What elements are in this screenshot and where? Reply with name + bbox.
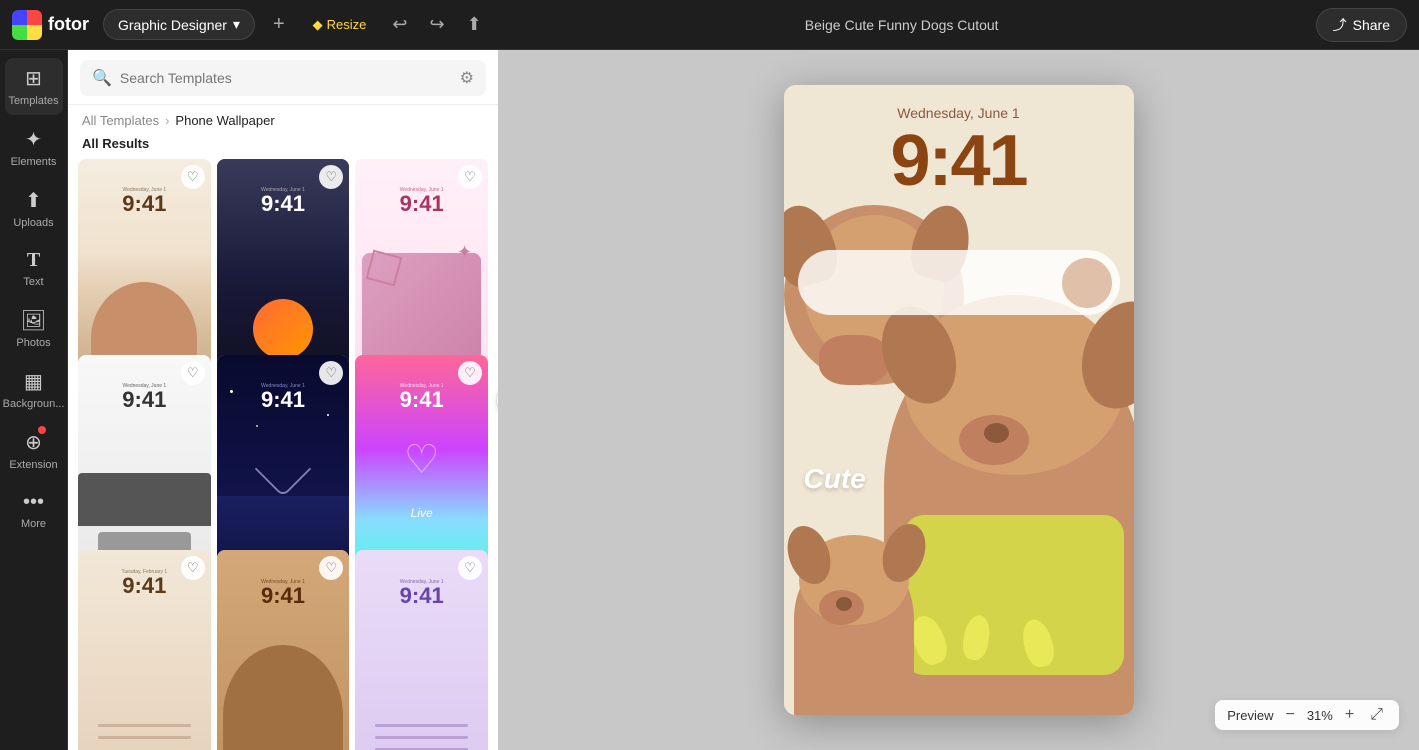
redo-button[interactable]: ↪ (423, 8, 450, 41)
template-card-7[interactable]: Tuesday, February 1 9:41 sweet love ♡ (78, 550, 211, 750)
template-card-8[interactable]: Wednesday, June 1 9:41 ♡ (217, 550, 350, 750)
sidebar-item-extension-label: Extension (9, 459, 57, 471)
preview-label: Preview (1227, 708, 1273, 723)
zoom-in-button[interactable]: + (1341, 706, 1358, 724)
diamond-icon: ◆ (313, 17, 323, 33)
icon-sidebar: ⊞ Templates ✦ Elements ⬆ Uploads T Text … (0, 50, 68, 750)
resize-button[interactable]: ◆ Resize (303, 11, 377, 39)
share-label: Share (1353, 17, 1390, 33)
sidebar-item-templates-label: Templates (8, 95, 58, 107)
text-icon: T (27, 249, 40, 272)
upload-icon: ⬆ (467, 14, 482, 35)
elements-icon: ✦ (25, 127, 42, 152)
sidebar-item-templates[interactable]: ⊞ Templates (5, 58, 63, 115)
zoom-out-button[interactable]: − (1281, 706, 1298, 724)
redo-icon: ↪ (429, 14, 444, 35)
canvas-area: Wednesday, June 1 9:41 Cute (498, 50, 1419, 750)
filter-icon: ⚙ (460, 70, 474, 87)
extension-icon: ⊕ (25, 430, 42, 455)
filter-button[interactable]: ⚙ (460, 68, 474, 88)
document-title: Beige Cute Funny Dogs Cutout (498, 17, 1306, 33)
more-icon: ••• (23, 491, 44, 514)
zoom-level: 31% (1307, 708, 1333, 723)
breadcrumb-phone-wallpaper: Phone Wallpaper (175, 113, 274, 128)
templates-panel: 🔍 ⚙ All Templates › Phone Wallpaper All … (68, 50, 498, 750)
chevron-down-icon: ▾ (233, 16, 240, 33)
all-results-label: All Results (68, 132, 498, 159)
cute-label: Cute (804, 463, 866, 495)
favorite-button-4[interactable]: ♡ (181, 361, 205, 385)
wallpaper-header: Wednesday, June 1 9:41 (784, 85, 1134, 197)
search-icon: 🔍 (92, 68, 112, 88)
favorite-button-5[interactable]: ♡ (319, 361, 343, 385)
graphic-designer-label: Graphic Designer (118, 17, 227, 33)
graphic-designer-button[interactable]: Graphic Designer ▾ (103, 9, 255, 40)
sidebar-item-more[interactable]: ••• More (5, 483, 63, 538)
uploads-icon: ⬆ (25, 188, 42, 213)
breadcrumb-separator: › (165, 113, 169, 128)
search-input[interactable] (120, 70, 448, 86)
template-card-9[interactable]: Wednesday, June 1 9:41 ♡ (355, 550, 488, 750)
sidebar-item-photos[interactable]: 🖼 Photos (5, 300, 63, 357)
undo-icon: ↩ (392, 14, 407, 35)
favorite-button-1[interactable]: ♡ (181, 165, 205, 189)
breadcrumb-all-templates[interactable]: All Templates (82, 113, 159, 128)
logo-area: fotor (12, 10, 89, 40)
search-box: 🔍 ⚙ (80, 60, 486, 96)
sidebar-item-more-label: More (21, 518, 46, 530)
toggle-knob (1062, 258, 1112, 308)
favorite-button-7[interactable]: ♡ (181, 556, 205, 580)
templates-icon: ⊞ (25, 66, 42, 91)
photos-icon: 🖼 (21, 308, 46, 333)
logo-text: fotor (48, 14, 89, 35)
wallpaper-time: 9:41 (804, 125, 1114, 197)
expand-icon: ⤢ (1370, 706, 1383, 723)
sidebar-item-text-label: Text (23, 276, 43, 288)
sidebar-item-photos-label: Photos (16, 337, 50, 349)
toggle-pill (798, 250, 1120, 315)
resize-label: Resize (327, 17, 367, 32)
share-icon: ⤴ (1333, 15, 1347, 35)
plus-icon: + (1345, 706, 1354, 723)
wallpaper-date: Wednesday, June 1 (804, 105, 1114, 121)
sidebar-item-backgrounds-label: Backgroun... (3, 398, 65, 410)
sidebar-item-elements[interactable]: ✦ Elements (5, 119, 63, 176)
favorite-button-3[interactable]: ♡ (458, 165, 482, 189)
sidebar-item-elements-label: Elements (11, 156, 57, 168)
breadcrumb-area: All Templates › Phone Wallpaper (68, 105, 498, 132)
minus-icon: − (1285, 706, 1294, 723)
fit-to-screen-button[interactable]: ⤢ (1366, 706, 1387, 724)
favorite-button-6[interactable]: ♡ (458, 361, 482, 385)
sidebar-item-uploads[interactable]: ⬆ Uploads (5, 180, 63, 237)
share-button[interactable]: ⤴ Share (1316, 8, 1407, 42)
fotor-logo-icon (12, 10, 42, 40)
main-area: ⊞ Templates ✦ Elements ⬆ Uploads T Text … (0, 50, 1419, 750)
sidebar-item-text[interactable]: T Text (5, 241, 63, 296)
sidebar-item-extension[interactable]: ⊕ Extension (5, 422, 63, 479)
bottom-bar: Preview − 31% + ⤢ (1215, 700, 1399, 730)
templates-grid: Wednesday, June 1 9:41 ♡ Wednesday, June… (68, 159, 498, 750)
add-button[interactable]: + (265, 9, 293, 40)
sidebar-item-uploads-label: Uploads (13, 217, 53, 229)
upload-button[interactable]: ⬆ (461, 8, 488, 41)
plus-icon: + (273, 13, 285, 35)
undo-button[interactable]: ↩ (386, 8, 413, 41)
sidebar-item-backgrounds[interactable]: ▦ Backgroun... (5, 361, 63, 418)
topbar: fotor Graphic Designer ▾ + ◆ Resize ↩ ↪ … (0, 0, 1419, 50)
wallpaper-preview[interactable]: Wednesday, June 1 9:41 Cute (784, 85, 1134, 715)
backgrounds-icon: ▦ (24, 369, 43, 394)
templates-search-area: 🔍 ⚙ (68, 50, 498, 105)
